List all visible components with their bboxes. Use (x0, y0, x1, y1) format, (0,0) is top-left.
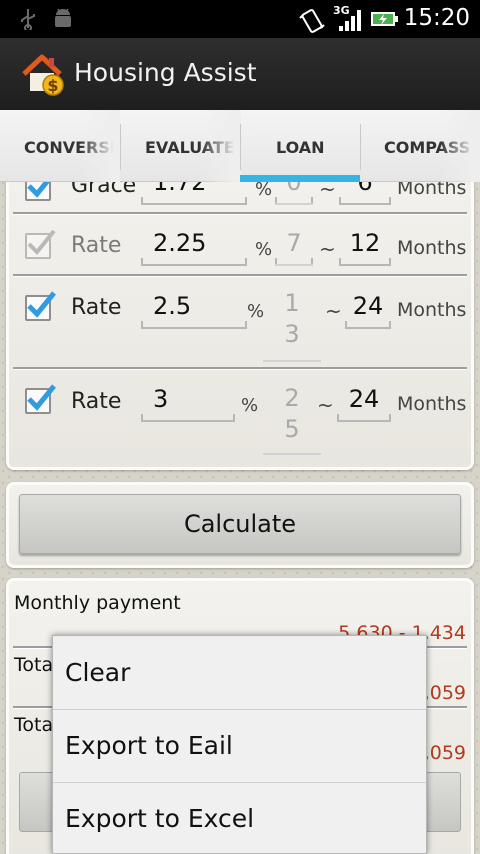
total-interest-value: ,059 (423, 742, 466, 764)
rate3-checkbox[interactable] (25, 384, 56, 414)
rate1-from-field[interactable]: 7 (275, 226, 313, 266)
rate3-from-field[interactable]: 2 5 (263, 383, 321, 455)
rate2-to-field[interactable]: 24 (345, 289, 391, 329)
android-debug-icon (55, 8, 71, 27)
tab-evaluate[interactable]: EVALUATE (121, 110, 241, 182)
rate3-to-field[interactable]: 24 (337, 382, 391, 422)
checkmark-icon (27, 229, 56, 255)
rate2-value-field[interactable]: 2.5 (141, 289, 247, 329)
action-bar: $ Housing Assist (0, 38, 480, 110)
total-interest-label: Tota (14, 714, 54, 736)
rate3-value-field[interactable]: 3 (141, 382, 235, 422)
tab-compass[interactable]: COMPASS (360, 110, 480, 182)
monthly-payment-label: Monthly payment (14, 592, 181, 614)
menu-item-export-excel[interactable]: Export to Excel (53, 782, 426, 854)
total-label: Tota (14, 654, 54, 676)
rate2-from-field[interactable]: 1 3 (263, 288, 321, 362)
tab-conversion[interactable]: CONVERSION (0, 110, 120, 182)
menu-item-clear[interactable]: Clear (53, 636, 426, 709)
status-bar: 3G 15:20 (0, 0, 480, 38)
rate3-label: Rate (71, 389, 122, 414)
rate1-to-field[interactable]: 12 (339, 226, 391, 266)
usb-icon (21, 9, 35, 30)
clock: 15:20 (403, 5, 470, 31)
tab-loan[interactable]: LOAN (240, 110, 360, 182)
rate2-checkbox[interactable] (25, 291, 56, 321)
app-title: Housing Assist (74, 58, 257, 87)
house-dollar-icon[interactable]: $ (20, 52, 64, 96)
battery-charging-icon (371, 12, 398, 26)
rate-panel: Grace 1.72 % 0 ~ 6 Months Rate 2.25 % 7 … (6, 150, 474, 470)
svg-text:$: $ (47, 76, 58, 95)
checkmark-icon (27, 384, 56, 411)
checkmark-icon (27, 291, 56, 318)
rate2-label: Rate (71, 295, 122, 320)
rate1-value-field[interactable]: 2.25 (141, 226, 247, 266)
vibrate-icon (299, 9, 325, 33)
rate1-checkbox[interactable] (25, 229, 56, 259)
tab-selected-indicator (240, 175, 360, 182)
rate1-label: Rate (71, 233, 122, 258)
total-value: ,059 (423, 682, 466, 704)
row-divider (13, 367, 467, 370)
row-divider (13, 212, 467, 215)
signal-icon (339, 10, 361, 31)
context-menu: Clear Export to Eail Export to Excel (52, 635, 427, 854)
calculate-button[interactable]: Calculate (19, 494, 461, 554)
tab-bar: CONVERSION EVALUATE LOAN COMPASS (0, 110, 480, 182)
menu-item-export-email[interactable]: Export to Eail (53, 709, 426, 782)
tab-label: LOAN (276, 138, 325, 157)
row-divider (13, 274, 467, 277)
